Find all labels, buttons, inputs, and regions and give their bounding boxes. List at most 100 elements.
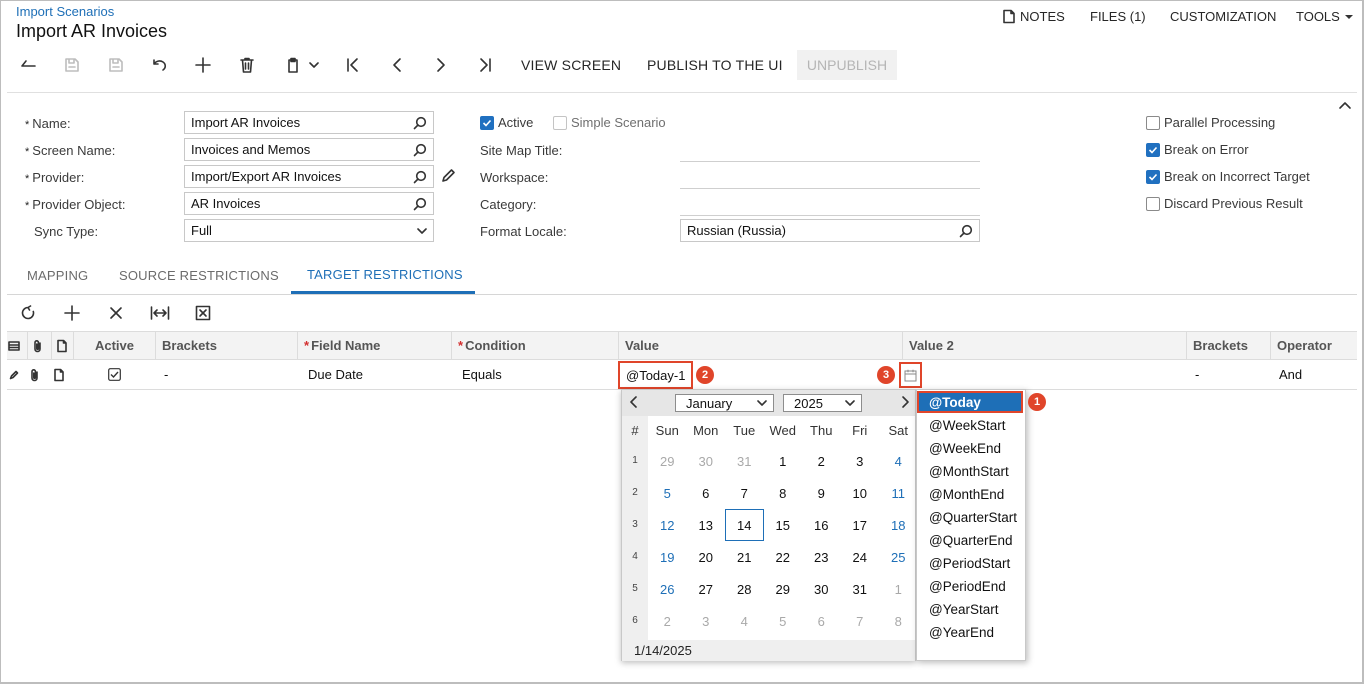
calendar-day[interactable]: 17 (841, 509, 880, 541)
tab-mapping[interactable]: MAPPING (27, 268, 88, 283)
calendar-day[interactable]: 1 (879, 573, 918, 605)
calendar-day[interactable]: 11 (879, 477, 918, 509)
calendar-day[interactable]: 13 (687, 509, 726, 541)
add-row-button[interactable] (64, 305, 80, 321)
copy-paste-button[interactable] (280, 53, 324, 77)
relative-date-option[interactable]: @QuarterStart (919, 506, 1023, 528)
calendar-day[interactable]: 30 (687, 445, 726, 477)
calendar-day[interactable]: 2 (648, 605, 687, 637)
calendar-day[interactable]: 31 (725, 445, 764, 477)
value2-column-header[interactable]: Value 2 (902, 332, 1186, 359)
save-close-button[interactable] (104, 53, 128, 77)
breadcrumb[interactable]: Import Scenarios (16, 4, 114, 19)
row-attachment[interactable] (29, 360, 47, 389)
row-selector-header[interactable] (7, 332, 27, 359)
calendar-day[interactable]: 15 (764, 509, 803, 541)
view-screen-button[interactable]: VIEW SCREEN (521, 53, 621, 77)
delete-row-button[interactable] (108, 305, 124, 321)
undo-button[interactable] (147, 53, 171, 77)
previous-month-button[interactable] (628, 395, 640, 409)
calendar-day[interactable]: 4 (879, 445, 918, 477)
parallel-processing-checkbox[interactable]: Parallel Processing (1146, 115, 1275, 130)
edit-provider-button[interactable] (441, 168, 456, 183)
calendar-day[interactable]: 12 (648, 509, 687, 541)
calendar-day[interactable]: 1 (764, 445, 803, 477)
break-on-incorrect-target-checkbox[interactable]: Break on Incorrect Target (1146, 169, 1310, 184)
condition-column-header[interactable]: * Condition (451, 332, 618, 359)
relative-date-option[interactable]: @YearStart (919, 598, 1023, 620)
calendar-day[interactable]: 26 (648, 573, 687, 605)
tab-target-restrictions[interactable]: TARGET RESTRICTIONS (307, 267, 463, 282)
tools-menu[interactable]: TOOLS (1296, 9, 1354, 24)
calendar-day[interactable]: 16 (802, 509, 841, 541)
calendar-toggle-button[interactable] (899, 362, 922, 388)
refresh-button[interactable] (20, 305, 36, 321)
calendar-day[interactable]: 6 (802, 605, 841, 637)
files-button[interactable]: FILES (1) (1090, 9, 1146, 24)
calendar-day[interactable]: 23 (802, 541, 841, 573)
relative-date-option[interactable]: @WeekStart (919, 414, 1023, 436)
calendar-day[interactable]: 29 (764, 573, 803, 605)
collapse-panel-button[interactable] (1338, 100, 1352, 110)
calendar-day[interactable]: 25 (879, 541, 918, 573)
calendar-day[interactable]: 29 (648, 445, 687, 477)
site-map-title-field[interactable] (680, 161, 980, 162)
row-note[interactable] (53, 360, 71, 389)
relative-date-option[interactable]: @PeriodStart (919, 552, 1023, 574)
relative-date-option[interactable]: @WeekEnd (919, 437, 1023, 459)
calendar-day[interactable]: 18 (879, 509, 918, 541)
field-name-column-header[interactable]: * Field Name (297, 332, 451, 359)
simple-scenario-checkbox[interactable]: Simple Scenario (553, 115, 666, 130)
calendar-day[interactable]: 8 (764, 477, 803, 509)
workspace-field[interactable] (680, 188, 980, 189)
category-field[interactable] (680, 215, 980, 216)
calendar-day[interactable]: 31 (841, 573, 880, 605)
calendar-day[interactable]: 8 (879, 605, 918, 637)
unpublish-button[interactable]: UNPUBLISH (797, 50, 897, 80)
row-brackets[interactable]: - (164, 360, 184, 389)
notes-button[interactable]: NOTES (1002, 9, 1065, 24)
search-icon[interactable] (413, 116, 427, 130)
value-input[interactable]: @Today-1 (618, 361, 693, 389)
last-record-button[interactable] (473, 53, 497, 77)
search-icon[interactable] (413, 170, 427, 184)
add-button[interactable] (191, 53, 215, 77)
first-record-button[interactable] (341, 53, 365, 77)
active-checkbox[interactable]: Active (480, 115, 533, 130)
publish-button[interactable]: PUBLISH TO THE UI (647, 53, 783, 77)
next-record-button[interactable] (429, 53, 453, 77)
row-brackets2[interactable]: - (1195, 360, 1215, 389)
row-operator[interactable]: And (1279, 360, 1339, 389)
back-button[interactable] (16, 53, 40, 77)
brackets2-column-header[interactable]: Brackets (1186, 332, 1270, 359)
calendar-day[interactable]: 9 (802, 477, 841, 509)
relative-date-option[interactable]: @QuarterEnd (919, 529, 1023, 551)
calendar-day[interactable]: 24 (841, 541, 880, 573)
relative-date-option[interactable]: @MonthStart (919, 460, 1023, 482)
fit-to-screen-button[interactable] (150, 305, 170, 321)
screen-name-field[interactable]: Invoices and Memos (184, 138, 434, 161)
calendar-day[interactable]: 4 (725, 605, 764, 637)
calendar-day[interactable]: 3 (841, 445, 880, 477)
year-select[interactable]: 2025 (783, 394, 862, 412)
relative-date-option[interactable]: @YearEnd (919, 621, 1023, 643)
calendar-day[interactable]: 22 (764, 541, 803, 573)
month-select[interactable]: January (675, 394, 774, 412)
value-column-header[interactable]: Value (618, 332, 902, 359)
calendar-day[interactable]: 5 (764, 605, 803, 637)
operator-column-header[interactable]: Operator (1270, 332, 1357, 359)
format-locale-field[interactable]: Russian (Russia) (680, 219, 980, 242)
provider-field[interactable]: Import/Export AR Invoices (184, 165, 434, 188)
customization-button[interactable]: CUSTOMIZATION (1170, 9, 1276, 24)
name-field[interactable]: Import AR Invoices (184, 111, 434, 134)
break-on-error-checkbox[interactable]: Break on Error (1146, 142, 1249, 157)
calendar-day[interactable]: 27 (687, 573, 726, 605)
calendar-day[interactable]: 21 (725, 541, 764, 573)
calendar-day[interactable]: 6 (687, 477, 726, 509)
calendar-day[interactable]: 10 (841, 477, 880, 509)
calendar-day[interactable]: 5 (648, 477, 687, 509)
search-icon[interactable] (959, 224, 973, 238)
row-condition[interactable]: Equals (462, 360, 602, 389)
delete-button[interactable] (235, 53, 259, 77)
provider-object-field[interactable]: AR Invoices (184, 192, 434, 215)
